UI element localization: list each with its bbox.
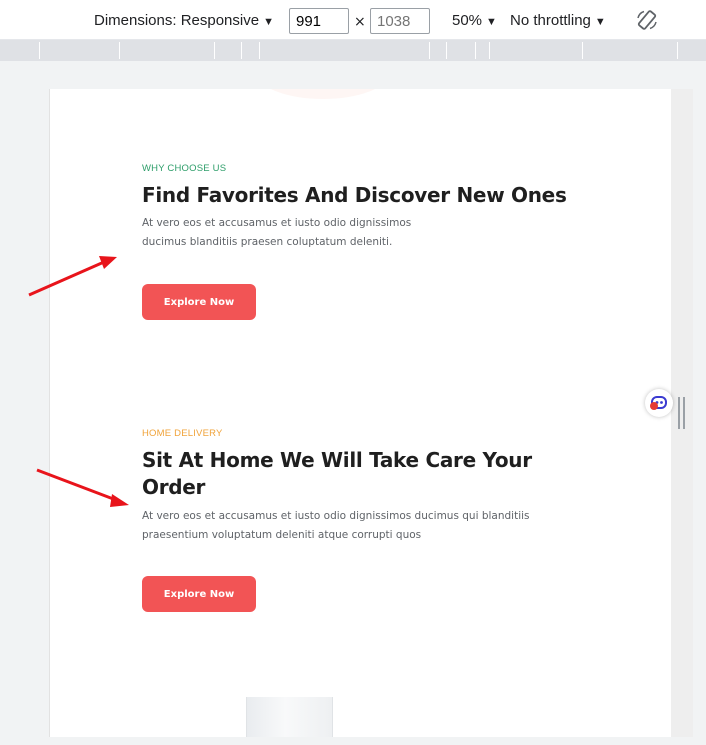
media-query-divider xyxy=(39,42,40,59)
paragraph-line: ducimus blanditiis praesen coluptatum de… xyxy=(142,236,393,248)
throttling-dropdown[interactable]: No throttling ▼ xyxy=(510,12,606,29)
media-query-divider xyxy=(677,42,678,59)
caret-down-icon: ▼ xyxy=(594,16,606,28)
rotate-icon[interactable] xyxy=(636,9,658,31)
media-query-divider xyxy=(259,42,260,59)
width-input[interactable] xyxy=(289,8,349,34)
section-heading: Sit At Home We Will Take Care Your Order xyxy=(142,447,532,501)
media-query-divider xyxy=(429,42,430,59)
notification-badge xyxy=(650,402,658,410)
paragraph-line: praesentium voluptatum deleniti atque co… xyxy=(142,529,422,541)
dimensions-dropdown[interactable]: Dimensions: Responsive ▼ xyxy=(94,12,274,29)
resize-handle[interactable] xyxy=(678,397,686,429)
device-toolbar: Dimensions: Responsive▼ × 50%▼ No thrott… xyxy=(0,0,706,40)
decorative-arc xyxy=(258,89,388,99)
explore-now-button[interactable]: Explore Now xyxy=(142,576,256,612)
section-eyebrow: HOME DELIVERY xyxy=(142,428,223,439)
caret-down-icon: ▼ xyxy=(486,16,497,28)
paragraph-line: At vero eos et accusamus et iusto odio d… xyxy=(142,217,412,229)
times-symbol: × xyxy=(354,14,366,30)
chat-bot-icon xyxy=(651,396,667,409)
height-input[interactable] xyxy=(370,8,430,34)
paragraph-line: At vero eos et accusamus et iusto odio d… xyxy=(142,510,530,522)
section-eyebrow: WHY CHOOSE US xyxy=(142,163,227,174)
zoom-dropdown[interactable]: 50% ▼ xyxy=(452,12,497,29)
product-image xyxy=(246,697,333,737)
media-query-divider xyxy=(119,42,120,59)
dimensions-label: Dimensions: Responsive xyxy=(94,12,260,29)
media-query-divider xyxy=(475,42,476,59)
section-heading: Find Favorites And Discover New Ones xyxy=(142,183,567,207)
caret-down-icon: ▼ xyxy=(263,16,274,28)
media-query-bar[interactable] xyxy=(0,40,706,61)
media-query-divider xyxy=(214,42,215,59)
media-query-divider xyxy=(582,42,583,59)
media-query-divider xyxy=(489,42,490,59)
section-paragraph: At vero eos et accusamus et iusto odio d… xyxy=(142,214,411,252)
chat-widget-button[interactable] xyxy=(645,389,673,417)
heading-line: Sit At Home We Will Take Care Your xyxy=(142,448,532,472)
throttling-label: No throttling xyxy=(510,12,591,29)
page-viewport: WHY CHOOSE US Find Favorites And Discove… xyxy=(49,89,671,737)
zoom-label: 50% xyxy=(452,12,483,29)
heading-line: Order xyxy=(142,475,206,499)
media-query-divider xyxy=(241,42,242,59)
explore-now-button[interactable]: Explore Now xyxy=(142,284,256,320)
section-paragraph: At vero eos et accusamus et iusto odio d… xyxy=(142,507,530,545)
media-query-divider xyxy=(446,42,447,59)
